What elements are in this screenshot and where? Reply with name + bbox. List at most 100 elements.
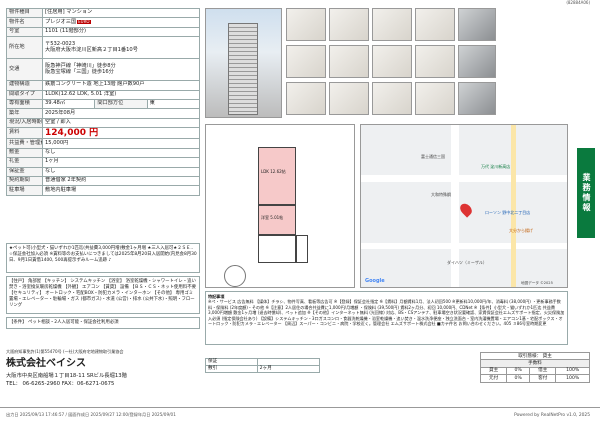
plan-ldk: LDK 12.62帖 [258,147,296,205]
spec-value-text: 阪急神戸線「神崎川」徒歩8分 阪急宝塚線「三国」徒歩16分 [45,62,116,75]
map-label: ローソン 野中北二丁目店 [485,210,531,215]
spec-value: 2025年08月 [42,108,200,119]
spec-key: 保証金 [6,166,43,178]
spec-value-text: 1ヶ月 [45,158,59,165]
spec-key: 築年 [6,108,43,119]
spec-key: 間口部方位 [94,98,148,110]
photo-thumb[interactable] [458,8,496,41]
move-v2: 2ヶ月 [256,365,321,373]
deposit-table: 保証 敷引 2ヶ月 [205,358,321,373]
spec-value-text: なし [45,167,56,174]
spec-value-text: 〒532-0023 大阪府大阪市淀川区新高２丁目1番10号 [45,40,138,53]
map-label: ダイハツ（ミーザル） [447,260,487,265]
photo-thumb[interactable] [458,45,496,78]
photo-thumb[interactable] [286,82,326,115]
plan-room-label: 洋室 5.01帖 [261,215,284,220]
floor-plan[interactable]: LDK 12.62帖 洋室 5.01帖 [205,124,355,288]
spec-value: 敷地内駐車場 [42,185,200,196]
spec-key: 礼金 [6,157,43,168]
spec-value: [住居用] マンション [42,7,200,19]
remarks-text: ※ペ・サービス 広告無料 【媒体】チラシ、物件写真、看板等広告可 ※【登録】保証… [208,299,565,326]
spec-value: なし [42,166,200,178]
deal-cell: 100% [555,366,590,376]
spec-value: プレジオ三国 EURO [42,17,200,28]
spec-key: 物件名 [6,17,43,28]
spec-value: 普通借家 2年契約 [42,176,200,187]
photo-thumb[interactable] [372,82,412,115]
business-info-tab[interactable]: 業務情報 [577,148,595,238]
spec-key: 建物構造 [6,80,43,91]
spec-value-text: プレジオ三国 [45,18,77,25]
photo-thumb[interactable] [415,45,455,78]
spec-value: 〒532-0023 大阪府大阪市淀川区新高２丁目1番10号 [42,36,200,60]
spec-value: 39.48㎡ [41,98,96,110]
spec-value: 1101 (11階部分) [42,26,200,38]
map-copyright: 地図データ ©2025 [521,281,553,285]
spec-key: 敷金 [6,147,43,159]
photo-thumb[interactable] [329,8,369,41]
spec-value-text: 敷地内駐車場 [45,186,77,193]
compass-icon [224,265,246,287]
deal-cell: 元付 [479,374,508,383]
deal-cell: 借主 [529,366,557,376]
photo-thumb[interactable] [372,8,412,41]
photo-thumb[interactable] [415,8,455,41]
spec-value-text: 鉄筋コンクリート造 地上13階 館戸数90戸 [45,81,145,88]
note-conditions: ★ペット可(小型犬・猫いずれか1匹迄(共益費3,000円増)敷金1ヶ月増 ★三人… [6,243,200,273]
spec-value: 1LDK(12.62 LDK, 5.01 洋室) [42,89,200,100]
building-exterior-photo[interactable] [205,8,282,118]
photo-thumbnails [286,8,496,118]
spec-value-text: 39.48㎡ [45,100,66,107]
spec-value: 東 [146,98,201,110]
spec-value-text: [住居用] マンション [45,9,93,16]
move-k1: 保証 [205,358,258,366]
license-text: 大阪府知事免許(1)第55470号 (一社)大阪府宅地建物取引業協会 [6,349,124,354]
location-pin-icon [457,201,475,218]
spec-value-text: 2025年08月 [45,109,76,116]
location-map[interactable]: 富士通信三国 万代 淀川新高店 大和特殊鋼 ローソン 野中北二丁目店 大分から揚… [360,124,568,288]
photo-thumb[interactable] [415,82,455,115]
spec-key: 共益費・管理費 [6,138,43,149]
spec-value: 空室 / 即入 [42,117,200,129]
spec-key: 所在地 [6,36,43,60]
photo-thumb[interactable] [286,45,326,78]
plan-room: 洋室 5.01帖 [258,205,296,235]
spec-value-text: なし [45,149,56,156]
spec-value: 阪急神戸線「神崎川」徒歩8分 阪急宝塚線「三国」徒歩16分 [42,58,200,82]
brand-badge: EURO [77,18,91,25]
spec-value-text: 15,000円 [45,139,69,146]
map-label: 富士通信三国 [421,154,445,159]
plan-entrance [296,235,308,263]
spec-value-text: 空室 / 即入 [45,118,71,125]
footer-divider [0,407,600,408]
deal-cell: 0% [506,366,531,376]
spec-key: 専有面積 [6,98,43,110]
photo-thumb[interactable] [329,82,369,115]
map-label: 万代 淀川新高店 [481,164,511,169]
remarks-box: 特記事項 ※ペ・サービス 広告無料 【媒体】チラシ、物件写真、看板等広告可 ※【… [205,291,568,345]
spec-value-text: 1LDK(12.62 LDK, 5.01 洋室) [45,90,117,97]
spec-value: なし [42,147,200,159]
deal-cell: 0% [506,374,531,383]
company-phone: TEL： 06-6265-2960 FAX：06-6271-0675 [6,381,115,387]
spec-key: 物件種目 [6,7,43,19]
photo-thumb[interactable] [329,45,369,78]
deal-fee-head: 手数料 [480,359,590,368]
print-info: 出力日 2025/09/13 17:46:57 / 図面作成日 2025/09/… [6,412,176,417]
deal-cell: 貸主 [479,366,508,376]
spec-key: 交通 [6,58,43,82]
spec-value-text: 普通借家 2年契約 [45,177,87,184]
note-terms: 【条件】 ペット相談・2人入居可能・保証会社利用必須 [6,317,200,329]
photo-thumb[interactable] [286,8,326,41]
document-number: (82884A06) [566,0,590,5]
map-label: 大和特殊鋼 [431,192,451,197]
spec-value-text: 1101 (11階部分) [45,27,87,34]
flyer-page: (82884A06) 物件種目 [住居用] マンション 物件名 プレジオ三国 EURO 号… [0,0,600,424]
spec-value: 124,000 円 [42,127,200,140]
plan-bath [258,235,296,263]
powered-by: Powered by RealNetPro v1.0, 2025 [514,413,590,418]
photo-thumb[interactable] [458,82,496,115]
spec-key: 間取タイプ [6,89,43,100]
photo-thumb[interactable] [372,45,412,78]
spec-key: 駐車場 [6,185,43,196]
